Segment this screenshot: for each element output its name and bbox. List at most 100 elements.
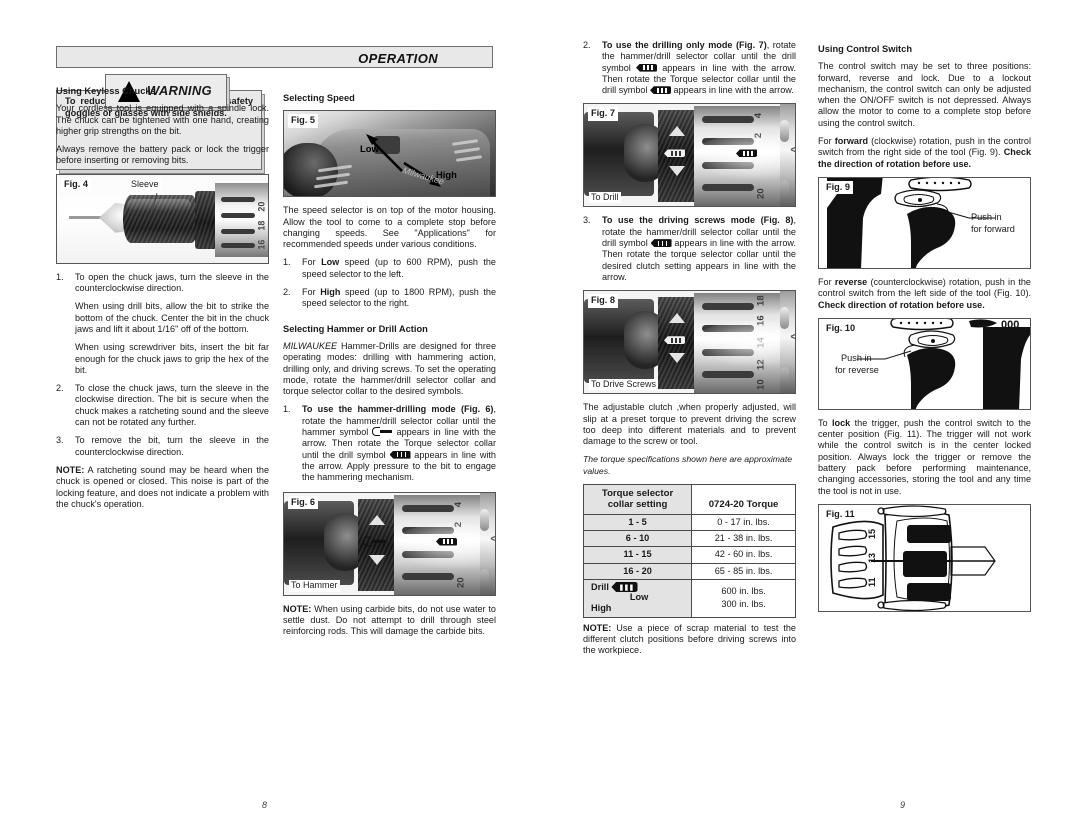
list-item: 2. To close the chuck jaws, turn the sle… — [56, 383, 269, 428]
list-number: 2. — [583, 40, 591, 50]
table-cell-setting: 16 - 20 — [582, 562, 693, 580]
list-number: 2. — [56, 383, 64, 394]
list-text-bold: High — [320, 287, 341, 298]
list-item: 1. For Low speed (up to 600 RPM), push t… — [283, 257, 496, 280]
heading-using-control-switch: Using Control Switch — [818, 44, 912, 54]
note-ratcheting-sound: NOTE: A ratcheting sound may be heard wh… — [56, 465, 269, 510]
figure-5-label: Fig. 5 — [288, 114, 318, 128]
list-text-bold: To use the hammer-drilling mode — [302, 404, 456, 415]
paragraph-torque-approximate: The torque specifications shown here are… — [583, 454, 793, 476]
figure-4-callout-sleeve: Sleeve — [129, 178, 161, 190]
table-header-setting: Torque selector collar setting — [582, 484, 693, 515]
figure-8-caption: To Drive Screws — [589, 378, 659, 391]
heading-selecting-speed: Selecting Speed — [283, 93, 355, 103]
paragraph-lock-trigger: To lock the trigger, push the control sw… — [818, 418, 1031, 497]
table-cell-setting: 1 - 5 — [582, 513, 693, 531]
table-cell-setting: 6 - 10 — [582, 529, 693, 548]
list-item-sub: When using drill bits, allow the bit to … — [56, 301, 269, 335]
note-scrap-material: NOTE: Use a piece of scrap material to t… — [583, 623, 796, 657]
section-header-operation: OPERATION — [56, 46, 493, 68]
text-bold-reverse: reverse — [834, 276, 868, 287]
arrow-indicator-icon: < — [790, 141, 795, 158]
figure-5-label-low: Low — [360, 143, 379, 155]
list-item-driving-screws: 3. To use the driving screws mode (Fig. … — [583, 215, 796, 283]
list-text: To use the hammer-drilling mode (Fig. 6)… — [302, 404, 496, 483]
table-cell-torque: 0 - 17 in. lbs. — [691, 513, 796, 531]
paragraph-reverse-rotation: For reverse (counterclockwise) rotation,… — [818, 277, 1031, 311]
figure-7-to-drill: 4 2 20 < Fig. 7 To Drill — [583, 103, 796, 208]
text-bold-forward: forward — [834, 136, 869, 147]
table-header-torque: 0724-20 Torque — [691, 484, 796, 515]
table-cell-drill-label: Drill — [591, 581, 609, 592]
list-item-sub: When using screwdriver bits, insert the … — [56, 342, 269, 376]
table-cell-torque: 21 - 38 in. lbs. — [691, 529, 796, 548]
table-header-setting-line1: Torque selector — [601, 488, 674, 500]
list-number: 3. — [56, 435, 64, 446]
table-cell-torque: 42 - 60 in. lbs. — [691, 546, 796, 564]
figure-9-label: Fig. 9 — [823, 180, 853, 195]
table-row: 1 - 5 0 - 17 in. lbs. — [582, 513, 796, 531]
text-bold-lock: lock — [832, 417, 851, 428]
note-text: When using carbide bits, do not use wate… — [283, 603, 496, 637]
svg-text:15: 15 — [867, 529, 877, 539]
torque-specifications-table: Torque selector collar setting 0724-20 T… — [582, 484, 796, 618]
column-keyless-chucks: Using Keyless Chucks Your cordless tool … — [56, 86, 269, 510]
hammer-symbol-icon — [363, 536, 385, 546]
column-drilling-modes: 2. To use the drilling only mode (Fig. 7… — [582, 40, 796, 657]
heading-selecting-hammer-or-drill: Selecting Hammer or Drill Action — [283, 323, 428, 334]
paragraph-remove-battery: Always remove the battery pack or lock t… — [56, 144, 269, 166]
table-cell-high-torque: 300 in. lbs. — [721, 599, 766, 610]
list-number: 3. — [583, 215, 591, 226]
list-text-part3: appears in line with the arrow. — [671, 85, 794, 96]
paragraph-forward-rotation: For forward (clockwise) rotation, push i… — [818, 136, 1031, 170]
page-number-left: 8 — [262, 800, 268, 810]
figure-4-label: Fig. 4 — [61, 177, 91, 192]
note-label: NOTE: — [56, 464, 85, 475]
manual-page-spread: OPERATION To reduce the risk of injury, … — [0, 0, 1080, 834]
list-number: 1. — [283, 404, 291, 415]
table-row: 16 - 20 65 - 85 in. lbs. — [582, 562, 796, 580]
paragraph-operating-modes: MILWAUKEE Hammer-Drills are designed for… — [283, 341, 496, 397]
figure-6-caption: To Hammer — [289, 580, 340, 592]
drill-symbol-icon — [611, 582, 638, 593]
paragraph-speed-selector: The speed selector is on top of the moto… — [283, 205, 496, 250]
figure-7-caption: To Drill — [589, 192, 621, 204]
table-cell-setting: 11 - 15 — [582, 546, 693, 564]
figure-8-label: Fig. 8 — [588, 294, 618, 308]
list-text: To close the chuck jaws, turn the sleeve… — [75, 383, 269, 428]
table-row: 11 - 15 42 - 60 in. lbs. — [582, 546, 796, 564]
list-item: 3. To remove the bit, turn the sleeve in… — [56, 435, 269, 458]
list-text: For High speed (up to 1800 RPM), push th… — [302, 287, 496, 310]
figure-4-keyless-chuck: 20 18 16 Fig. 4 Sleeve — [56, 173, 269, 264]
brand-name: MILWAUKEE — [283, 340, 338, 351]
list-text: To open the chuck jaws, turn the sleeve … — [75, 271, 269, 294]
list-item: 1. To open the chuck jaws, turn the slee… — [56, 272, 269, 295]
text-part2: the trigger, push the control switch to … — [818, 417, 1031, 496]
list-text-pre: For — [302, 257, 322, 268]
list-text: To use the driving screws mode (Fig. 8),… — [602, 215, 796, 283]
list-text-figref: (Fig. 8) — [760, 215, 794, 226]
arrow-indicator-icon: < — [490, 529, 495, 546]
list-text-bold: To use the driving screws mode — [602, 215, 756, 226]
figure-10-label: Fig. 10 — [823, 321, 859, 336]
arrow-indicator-icon: < — [790, 328, 795, 345]
list-item-hammer-drilling: 1. To use the hammer-drilling mode (Fig.… — [283, 404, 496, 483]
drill-symbol-icon — [389, 450, 411, 459]
table-cell-high-label: High — [591, 603, 612, 614]
list-subtext: When using drill bits, allow the bit to … — [75, 301, 269, 334]
note-label: NOTE: — [283, 603, 312, 614]
text-part1: For — [818, 136, 835, 147]
column-selecting-speed: Selecting Speed Low High Milwaukee Fig. … — [283, 93, 496, 637]
list-number: 2. — [283, 287, 291, 298]
drill-symbol-icon — [736, 149, 757, 158]
note-text: Use a piece of scrap material to test th… — [583, 622, 796, 656]
list-keyless-chuck-steps: 1. To open the chuck jaws, turn the slee… — [56, 272, 269, 458]
drill-symbol-icon — [664, 149, 685, 158]
figure-11-push-to-center-lock: 15 13 11 Fig. 11 Push to — [818, 503, 1031, 612]
list-text: To use the drilling only mode (Fig. 7), … — [602, 40, 796, 96]
list-text-figref: (Fig. 6) — [460, 404, 494, 415]
table-header-setting-line2: collar setting — [607, 499, 668, 511]
note-label: NOTE: — [583, 622, 612, 633]
note-text: A ratcheting sound may be heard when the… — [56, 464, 269, 509]
figure-11-label: Fig. 11 — [823, 507, 858, 522]
